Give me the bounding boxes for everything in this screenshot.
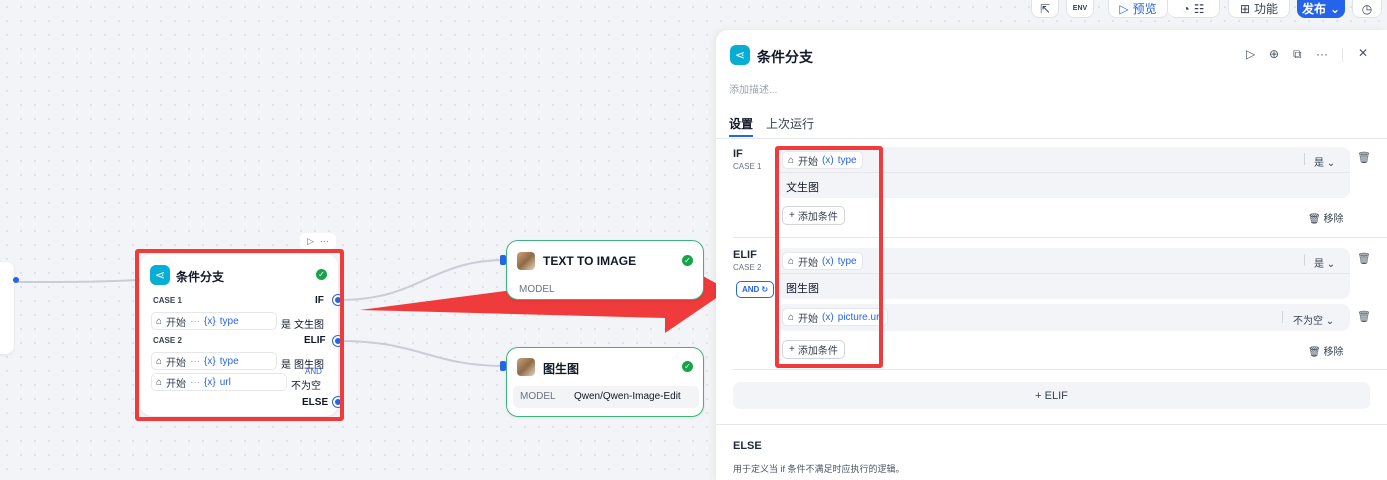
branch-icon: ⋖ <box>730 45 750 65</box>
features-button[interactable]: ⊞ 功能 <box>1228 0 1290 18</box>
chevron-down-icon: ⌄ <box>1329 1 1341 16</box>
model-label: MODEL <box>520 391 556 402</box>
start-node-output-port[interactable] <box>13 277 19 283</box>
run-node-icon[interactable]: ▷ <box>307 236 314 247</box>
run-node-icon[interactable]: ▷ <box>1246 47 1255 61</box>
run-checklist-group[interactable]: ◔ ☷ <box>1168 0 1220 18</box>
run-history-icon[interactable]: ◔ <box>1182 2 1189 16</box>
more-icon[interactable]: ··· <box>1316 47 1328 61</box>
image-to-image-node[interactable]: 图生图 ✓ MODEL Qwen/Qwen-Image-Edit <box>506 347 704 417</box>
elif-operator-select-2[interactable]: 不为空 ⌄ <box>1293 312 1334 327</box>
if-operator-select[interactable]: 是 ⌄ <box>1314 154 1335 169</box>
if-remove-button[interactable]: 🗑 移除 <box>1308 210 1343 225</box>
trash-icon: 🗑 <box>1308 347 1321 358</box>
share-icon: ⇱ <box>1039 1 1051 16</box>
elif-remove-button[interactable]: 🗑 移除 <box>1308 343 1343 358</box>
toolbar-divider <box>1342 48 1343 62</box>
chevron-down-icon: ⌄ <box>1326 158 1336 169</box>
if-case-label: CASE 1 <box>733 162 762 171</box>
book-icon[interactable]: ⧉ <box>1293 47 1302 62</box>
trash-icon[interactable]: 🗑 <box>1357 252 1371 265</box>
else-title: ELSE <box>733 440 762 452</box>
tab-last-run[interactable]: 上次运行 <box>766 115 814 132</box>
switch-icon: ↻ <box>761 285 769 294</box>
text-to-image-node[interactable]: TEXT TO IMAGE ✓ MODEL <box>506 240 704 300</box>
model-row: MODEL Qwen/Qwen-Image-Edit <box>513 386 699 408</box>
section-divider <box>716 424 1387 425</box>
node-title: 图生图 <box>543 362 580 376</box>
model-value: Qwen/Qwen-Image-Edit <box>574 391 681 402</box>
tab-divider <box>716 138 1387 139</box>
model-label: MODEL <box>519 284 555 295</box>
checklist-icon[interactable]: ☷ <box>1194 2 1205 16</box>
close-icon[interactable]: ✕ <box>1358 46 1368 60</box>
trash-icon[interactable]: 🗑 <box>1357 310 1371 323</box>
more-icon[interactable]: ··· <box>320 236 329 246</box>
text-to-image-input-port[interactable] <box>500 255 506 265</box>
features-icon: ⊞ <box>1239 1 1251 16</box>
tab-settings[interactable]: 设置 <box>729 115 753 132</box>
panel-title[interactable]: 条件分支 <box>757 47 813 67</box>
history-button[interactable]: ◷ <box>1352 0 1382 18</box>
env-icon: ENV <box>1072 5 1088 12</box>
elif-logic-toggle[interactable]: AND ↻ <box>736 281 774 298</box>
section-divider <box>733 369 1387 370</box>
history-icon: ◷ <box>1361 1 1373 16</box>
elif-operator-select-1[interactable]: 是 ⌄ <box>1314 255 1335 270</box>
success-check-icon: ✓ <box>682 255 693 266</box>
node-actions[interactable]: ▷ ··· <box>300 233 336 249</box>
highlight-box-node <box>135 249 344 421</box>
trash-icon[interactable]: 🗑 <box>1357 151 1371 164</box>
start-node-partial[interactable] <box>0 262 14 354</box>
description-input[interactable]: 添加描述... <box>729 81 777 96</box>
add-elif-button[interactable]: + ELIF <box>733 382 1370 409</box>
publish-button[interactable]: 发布 ⌄ <box>1297 0 1345 18</box>
elif-branch-title: ELIF <box>733 249 757 261</box>
play-icon: ▷ <box>1119 1 1129 16</box>
elif-case-label: CASE 2 <box>733 263 762 272</box>
env-button[interactable]: ENV <box>1066 0 1094 18</box>
chevron-down-icon: ⌄ <box>1326 259 1336 270</box>
image-to-image-input-port[interactable] <box>500 361 506 371</box>
help-icon[interactable]: ⊕ <box>1269 47 1279 61</box>
highlight-box-panel <box>775 146 883 368</box>
success-check-icon: ✓ <box>682 361 693 372</box>
preview-button[interactable]: ▷ 预览 <box>1108 0 1168 18</box>
image-node-icon <box>517 358 535 376</box>
chevron-down-icon: ⌄ <box>1325 316 1335 327</box>
trash-icon: 🗑 <box>1308 214 1321 225</box>
share-button[interactable]: ⇱ <box>1031 0 1059 18</box>
else-description: 用于定义当 if 条件不满足时应执行的逻辑。 <box>733 464 905 474</box>
active-tab-indicator <box>729 135 753 137</box>
image-node-icon <box>517 252 535 270</box>
if-branch-title: IF <box>733 148 743 160</box>
node-title: TEXT TO IMAGE <box>543 254 637 268</box>
